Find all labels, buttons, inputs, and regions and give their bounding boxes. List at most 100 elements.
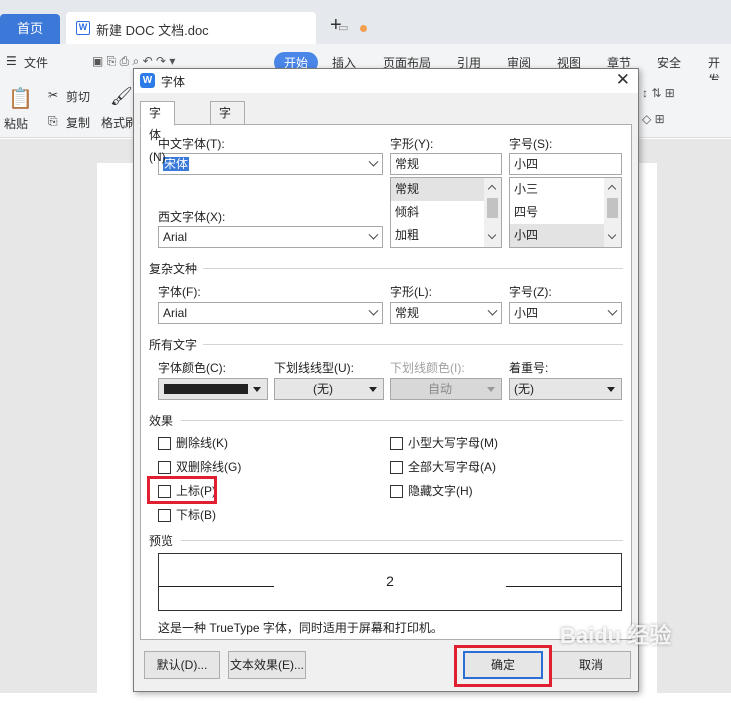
style-listbox[interactable]: 常规 倾斜 加粗 — [390, 177, 502, 248]
text-effects-button[interactable]: 文本效果(E)... — [228, 651, 306, 679]
size-label: 字号(S): — [509, 137, 553, 151]
close-icon[interactable]: ✕ — [616, 70, 630, 90]
hidden-text-checkbox[interactable]: 隐藏文字(H) — [390, 484, 473, 500]
add-tab-button[interactable]: + — [330, 14, 342, 37]
divider — [181, 540, 623, 541]
dropdown-triangle-icon — [487, 387, 495, 392]
scroll-down-icon[interactable] — [487, 230, 497, 240]
paste-button[interactable]: 粘贴 — [4, 115, 28, 132]
underline-color-label: 下划线颜色(I): — [390, 361, 465, 375]
chinese-font-value: 宋体 — [163, 157, 190, 171]
underline-color-combo: 自动 — [390, 378, 502, 400]
format-painter-button[interactable]: 格式刷 — [101, 114, 137, 131]
scroll-up-icon[interactable] — [487, 184, 497, 194]
emphasis-value: (无) — [514, 382, 534, 396]
chevron-down-icon — [487, 305, 498, 316]
strikethrough-label: 删除线(K) — [176, 436, 228, 450]
highlight-ok — [454, 645, 552, 687]
all-caps-checkbox[interactable]: 全部大写字母(A) — [390, 460, 496, 476]
chevron-down-icon — [368, 229, 379, 240]
tab-home[interactable]: 首页 — [0, 14, 60, 44]
subscript-checkbox[interactable]: 下标(B) — [158, 508, 216, 524]
chinese-font-combo[interactable]: 宋体 — [158, 153, 383, 175]
copy-button[interactable]: 复制 — [66, 114, 90, 131]
dialog-titlebar: W 字体 ✕ — [134, 69, 638, 93]
highlight-superscript — [147, 476, 217, 504]
checkbox-box[interactable] — [158, 509, 171, 522]
chevron-down-icon — [607, 305, 618, 316]
preview-section-title: 预览 — [149, 534, 174, 548]
default-button[interactable]: 默认(D)... — [144, 651, 220, 679]
style-input[interactable]: 常规 — [390, 153, 502, 175]
font-panel: 中文字体(T): 字形(Y): 字号(S): 宋体 常规 小四 常规 倾斜 加粗… — [140, 124, 632, 640]
dropdown-triangle-icon — [369, 387, 377, 392]
scroll-down-icon[interactable] — [607, 230, 617, 240]
font-color-combo[interactable] — [158, 378, 268, 400]
checkbox-box[interactable] — [390, 437, 403, 450]
copy-icon[interactable]: ⎘ — [48, 114, 58, 129]
effects-section-title: 效果 — [149, 414, 174, 428]
underline-style-label: 下划线线型(U): — [274, 361, 354, 375]
dropdown-triangle-icon — [253, 387, 261, 392]
double-strikethrough-label: 双删除线(G) — [176, 460, 242, 474]
watermark: Baidu 经验 — [560, 623, 672, 648]
scroll-thumb[interactable] — [487, 198, 498, 218]
tab-document[interactable]: W 新建 DOC 文档.doc ▭ — [66, 12, 367, 44]
hamburger-icon[interactable]: ☰ — [6, 54, 17, 68]
cut-button[interactable]: 剪切 — [66, 88, 90, 105]
quick-access-icons[interactable]: ▣ ⎘ ⎙ ⌕ ↶ ↷ ▾ — [92, 54, 175, 69]
small-caps-checkbox[interactable]: 小型大写字母(M) — [390, 436, 498, 452]
all-caps-label: 全部大写字母(A) — [408, 460, 496, 474]
menu-file[interactable]: 文件 — [24, 54, 48, 71]
scroll-up-icon[interactable] — [607, 184, 617, 194]
dialog-title: 字体 — [161, 75, 186, 89]
scrollbar[interactable] — [604, 178, 621, 247]
complex-style-combo[interactable]: 常规 — [390, 302, 502, 324]
checkbox-box[interactable] — [390, 461, 403, 474]
dropdown-triangle-icon — [607, 387, 615, 392]
underline-style-combo[interactable]: (无) — [274, 378, 384, 400]
preview-text: 2 — [386, 573, 394, 589]
tab-font[interactable]: 字体(N) — [140, 101, 175, 164]
wps-writer-icon: W — [76, 21, 90, 35]
complex-font-value: Arial — [163, 306, 188, 320]
font-color-swatch — [164, 384, 248, 394]
western-font-combo[interactable]: Arial — [158, 226, 383, 248]
strikethrough-checkbox[interactable]: 删除线(K) — [158, 436, 228, 452]
checkbox-box[interactable] — [158, 437, 171, 450]
font-dialog: W 字体 ✕ 字体(N) 字符间距(R) 中文字体(T): 字形(Y): 字号(… — [133, 68, 639, 692]
style-label: 字形(Y): — [390, 137, 434, 151]
complex-size-combo[interactable]: 小四 — [509, 302, 622, 324]
format-painter-icon[interactable]: 🖌 — [110, 86, 133, 107]
chinese-font-label: 中文字体(T): — [158, 137, 225, 151]
size-input[interactable]: 小四 — [509, 153, 622, 175]
divider — [181, 420, 623, 421]
paste-icon[interactable]: 📋 — [8, 86, 33, 111]
emphasis-label: 着重号: — [509, 361, 549, 375]
complex-font-combo[interactable]: Arial — [158, 302, 383, 324]
western-font-value: Arial — [163, 230, 188, 244]
scroll-thumb[interactable] — [607, 198, 618, 218]
cancel-button[interactable]: 取消 — [551, 651, 631, 679]
tab-document-title: 新建 DOC 文档.doc — [96, 23, 209, 38]
complex-style-value: 常规 — [395, 306, 420, 320]
checkbox-box[interactable] — [390, 485, 403, 498]
fill-icon[interactable]: ◇ ⊞ — [642, 112, 665, 126]
small-caps-label: 小型大写字母(M) — [408, 436, 498, 450]
menu-security[interactable]: 安全 — [657, 54, 681, 71]
double-strikethrough-checkbox[interactable]: 双删除线(G) — [158, 460, 241, 476]
scissors-icon[interactable]: ✂ — [48, 88, 58, 102]
divider — [203, 344, 623, 345]
size-input-value: 小四 — [514, 157, 539, 171]
unsaved-dot-icon — [360, 25, 367, 32]
complex-style-label: 字形(L): — [390, 285, 433, 299]
line-spacing-icon[interactable]: ↕ ⇅ ⊞ — [642, 86, 675, 100]
tab-char-spacing[interactable]: 字符间距(R) — [210, 101, 245, 208]
checkbox-box[interactable] — [158, 461, 171, 474]
complex-size-label: 字号(Z): — [509, 285, 552, 299]
scrollbar[interactable] — [484, 178, 501, 247]
emphasis-combo[interactable]: (无) — [509, 378, 622, 400]
size-listbox[interactable]: 小三 四号 小四 — [509, 177, 622, 248]
western-font-label: 西文字体(X): — [158, 210, 226, 224]
divider — [203, 268, 623, 269]
